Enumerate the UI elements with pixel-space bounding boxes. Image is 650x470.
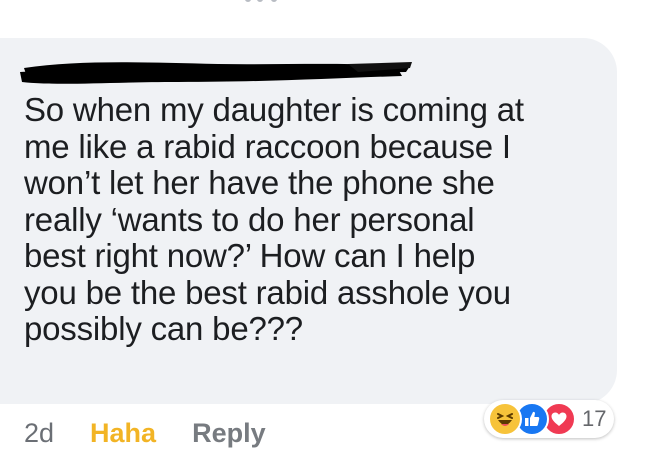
comment-timestamp[interactable]: 2d: [24, 418, 54, 449]
comment-text: So when my daughter is coming at me like…: [24, 91, 524, 347]
reply-button[interactable]: Reply: [192, 418, 266, 449]
haha-reaction-button[interactable]: Haha: [90, 418, 156, 449]
reaction-count: 17: [582, 406, 607, 431]
comment-actions: 2d Haha Reply: [24, 416, 266, 450]
redacted-commenter-name: [18, 56, 413, 86]
previous-comment-text-cutoff: [245, 0, 285, 4]
haha-icon: [488, 402, 522, 436]
reaction-summary[interactable]: 17: [484, 400, 615, 438]
